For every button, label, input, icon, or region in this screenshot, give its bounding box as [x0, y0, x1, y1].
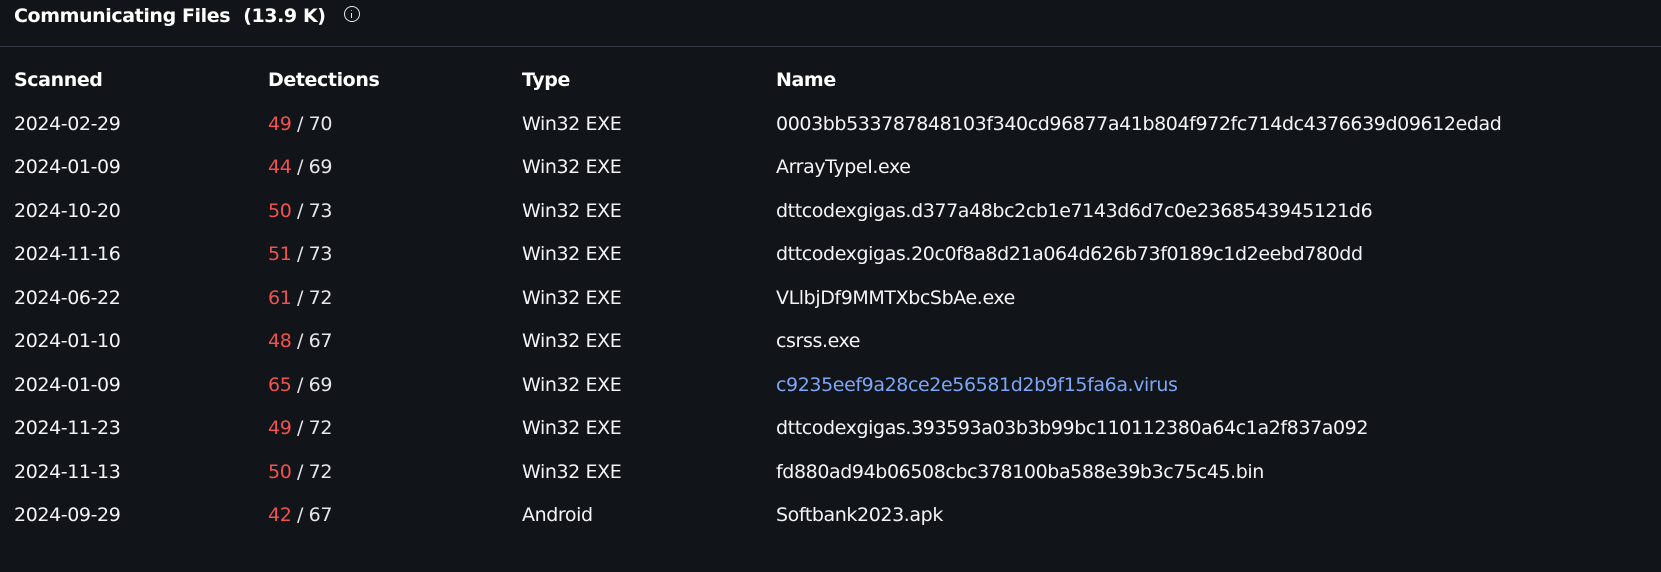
detections: 44 / 69 [268, 148, 332, 186]
detections: 65 / 69 [268, 366, 332, 404]
scanned-date: 2024-02-29 [14, 112, 121, 135]
detections-positive: 48 [268, 330, 292, 352]
detections-total: / 69 [297, 156, 333, 178]
detections-positive: 49 [268, 112, 292, 135]
detections: 51 / 73 [268, 235, 332, 273]
detections-positive: 42 [268, 504, 292, 526]
section-title: Communicating Files (13.9 K) [14, 5, 360, 27]
detections: 50 / 72 [268, 453, 332, 491]
scanned-date: 2024-11-23 [14, 417, 121, 439]
table-row[interactable]: 2024-10-20 50 / 73 Win32 EXE dttcodexgig… [0, 192, 1661, 236]
detections-total: / 67 [297, 504, 333, 526]
info-icon[interactable] [343, 6, 360, 22]
file-type: Win32 EXE [522, 199, 622, 222]
file-name[interactable]: VLlbjDf9MMTXbcSbAe.exe [776, 279, 1015, 317]
scanned-date: 2024-11-16 [14, 243, 121, 265]
column-header-type: Type [522, 69, 570, 91]
detections: 61 / 72 [268, 279, 332, 317]
scanned-date: 2024-01-10 [14, 330, 121, 352]
detections-total: / 73 [297, 243, 333, 265]
file-name[interactable]: Softbank2023.apk [776, 496, 943, 534]
section-header: Communicating Files (13.9 K) [0, 0, 1661, 47]
file-type: Win32 EXE [522, 156, 622, 178]
table-row[interactable]: 2024-01-10 48 / 67 Win32 EXE csrss.exe [0, 322, 1661, 366]
scanned-date: 2024-01-09 [14, 373, 121, 396]
detections-positive: 50 [268, 460, 292, 483]
file-name[interactable]: dttcodexgigas.20c0f8a8d21a064d626b73f018… [776, 235, 1363, 273]
detections: 49 / 72 [268, 409, 332, 447]
column-header-name: Name [776, 69, 836, 91]
detections: 42 / 67 [268, 496, 332, 534]
file-name[interactable]: dttcodexgigas.393593a03b3b99bc110112380a… [776, 409, 1368, 447]
file-name[interactable]: csrss.exe [776, 322, 861, 360]
column-header-scanned: Scanned [14, 69, 103, 91]
detections: 50 / 73 [268, 192, 332, 230]
detections-positive: 50 [268, 199, 292, 222]
file-name[interactable]: dttcodexgigas.d377a48bc2cb1e7143d6d7c0e2… [776, 192, 1373, 230]
detections-total: / 72 [297, 460, 333, 483]
detections-positive: 65 [268, 373, 292, 396]
detections-positive: 44 [268, 156, 292, 178]
scanned-date: 2024-11-13 [14, 460, 121, 483]
file-name[interactable]: fd880ad94b06508cbc378100ba588e39b3c75c45… [776, 453, 1264, 491]
detections-total: / 73 [297, 199, 333, 222]
file-type: Win32 EXE [522, 112, 622, 135]
column-header-detections: Detections [268, 69, 380, 91]
file-type: Win32 EXE [522, 460, 622, 483]
file-type: Win32 EXE [522, 330, 622, 352]
file-name[interactable]: 0003bb533787848103f340cd96877a41b804f972… [776, 105, 1502, 143]
detections-positive: 61 [268, 286, 292, 309]
detections: 48 / 67 [268, 322, 332, 360]
section-title-text: Communicating Files [14, 5, 231, 27]
table-header-row: Scanned Detections Type Name [0, 61, 1661, 105]
table-row[interactable]: 2024-01-09 44 / 69 Win32 EXE ArrayTypeI.… [0, 148, 1661, 192]
table-row[interactable]: 2024-11-16 51 / 73 Win32 EXE dttcodexgig… [0, 235, 1661, 279]
table-row[interactable]: 2024-11-13 50 / 72 Win32 EXE fd880ad94b0… [0, 453, 1661, 497]
table-row[interactable]: 2024-02-29 49 / 70 Win32 EXE 0003bb53378… [0, 105, 1661, 149]
file-type: Win32 EXE [522, 243, 622, 265]
detections-positive: 51 [268, 243, 292, 265]
communicating-files-table: Scanned Detections Type Name 2024-02-29 … [0, 61, 1661, 540]
file-name[interactable]: ArrayTypeI.exe [776, 148, 911, 186]
detections-total: / 72 [297, 417, 333, 439]
table-row[interactable]: 2024-01-09 65 / 69 Win32 EXE c9235eef9a2… [0, 366, 1661, 410]
table-row[interactable]: 2024-06-22 61 / 72 Win32 EXE VLlbjDf9MMT… [0, 279, 1661, 323]
file-type: Win32 EXE [522, 373, 622, 396]
table-row[interactable]: 2024-09-29 42 / 67 Android Softbank2023.… [0, 496, 1661, 540]
detections-total: / 67 [297, 330, 333, 352]
table-row[interactable]: 2024-11-23 49 / 72 Win32 EXE dttcodexgig… [0, 409, 1661, 453]
detections-total: / 69 [297, 373, 333, 396]
detections: 49 / 70 [268, 105, 332, 143]
detections-positive: 49 [268, 417, 292, 439]
scanned-date: 2024-01-09 [14, 156, 121, 178]
detections-total: / 72 [297, 286, 333, 309]
file-type: Android [522, 504, 593, 526]
scanned-date: 2024-09-29 [14, 504, 121, 526]
section-count: (13.9 K) [243, 5, 326, 27]
file-type: Win32 EXE [522, 417, 622, 439]
scanned-date: 2024-06-22 [14, 286, 121, 309]
detections-total: / 70 [297, 112, 333, 135]
scanned-date: 2024-10-20 [14, 199, 121, 222]
file-type: Win32 EXE [522, 286, 622, 309]
file-name-link[interactable]: c9235eef9a28ce2e56581d2b9f15fa6a.virus [776, 366, 1178, 404]
